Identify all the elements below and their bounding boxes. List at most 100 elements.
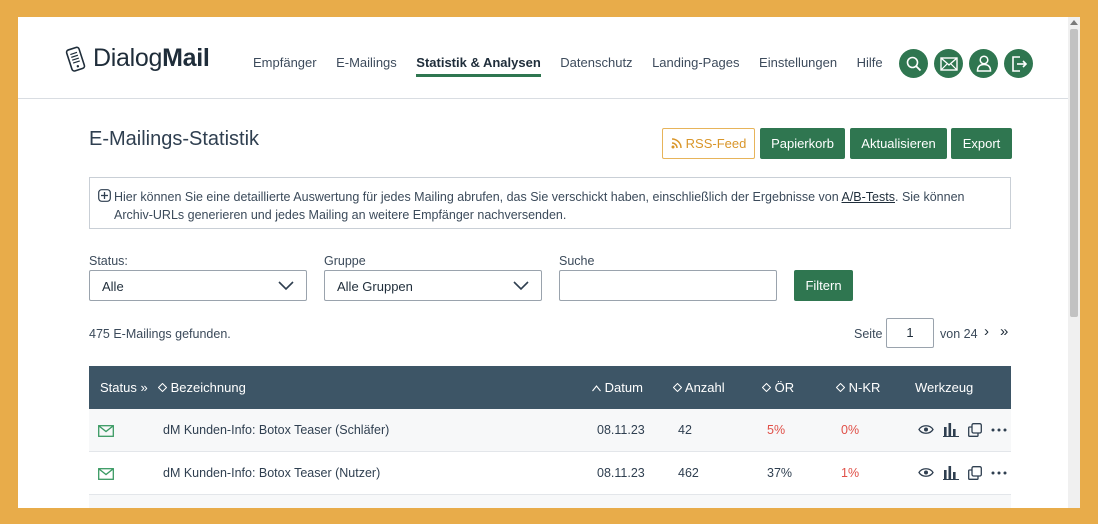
mailing-count: 462: [678, 466, 699, 480]
expand-plus-icon[interactable]: [98, 189, 111, 202]
mailing-count: 42: [678, 423, 692, 437]
copy-icon: [968, 422, 982, 437]
more-dots-icon: [991, 471, 1007, 474]
sent-mail-status-icon: [98, 425, 114, 437]
papierkorb-button[interactable]: Papierkorb: [760, 128, 845, 159]
status-toggle-icon: »: [140, 380, 148, 395]
group-select[interactable]: Alle Gruppen: [324, 270, 542, 301]
bar-chart-icon: [943, 423, 959, 437]
nav-item-hilfe[interactable]: Hilfe: [857, 55, 883, 77]
nkr-rate: 1%: [841, 466, 860, 480]
column-anzahl[interactable]: Anzahl: [672, 380, 725, 395]
logo-phone-icon: [65, 46, 86, 72]
column-anzahl-label: Anzahl: [684, 380, 725, 395]
open-rate: 37%: [767, 466, 793, 480]
page-number-input[interactable]: 1: [886, 318, 934, 348]
more-button[interactable]: [991, 471, 1007, 475]
next-page-button[interactable]: ›: [984, 323, 989, 340]
rss-feed-label: RSS-Feed: [685, 136, 747, 151]
nkr-rate: 0%: [841, 423, 860, 437]
copy-button[interactable]: [968, 465, 982, 480]
page-label: Seite: [854, 327, 883, 341]
mail-icon: [939, 56, 958, 71]
last-page-button[interactable]: »: [1000, 323, 1008, 340]
column-bezeichnung-label: Bezeichnung: [170, 380, 246, 395]
logo-plain: Dialog: [93, 44, 163, 72]
vertical-scrollbar[interactable]: [1068, 17, 1080, 508]
sort-icon: [761, 382, 772, 393]
statistics-button[interactable]: [943, 465, 959, 480]
column-werkzeug: Werkzeug: [915, 380, 974, 395]
aktualisieren-button[interactable]: Aktualisieren: [850, 128, 947, 159]
header-icon-group: [899, 49, 1039, 78]
bar-chart-icon: [943, 466, 959, 480]
table-header: Status » Bezeichnung Datum Anzahl ÖR N-K…: [89, 366, 1011, 409]
chevron-down-icon: [278, 281, 294, 291]
logo-text: DialogMail: [93, 44, 210, 73]
top-header: DialogMail Empfänger E-Mailings Statisti…: [18, 17, 1068, 99]
scroll-up-arrow-icon[interactable]: [1070, 20, 1078, 25]
copy-icon: [968, 465, 982, 480]
search-button[interactable]: [899, 49, 928, 78]
view-button[interactable]: [918, 467, 934, 478]
table-row[interactable]: dM Kunden-Info: Botox Teaser (Schläfer) …: [89, 409, 1011, 452]
page-title: E-Mailings-Statistik: [89, 128, 260, 150]
search-filter-label: Suche: [559, 254, 595, 268]
messages-button[interactable]: [934, 49, 963, 78]
rss-feed-button[interactable]: RSS-Feed: [662, 128, 755, 159]
column-status-label: Status: [100, 380, 137, 395]
open-rate: 5%: [767, 423, 786, 437]
row-tools: [918, 422, 1016, 437]
table-row[interactable]: [89, 495, 1011, 508]
ab-tests-link[interactable]: A/B-Tests: [842, 190, 896, 204]
status-select[interactable]: Alle: [89, 270, 307, 301]
scrollbar-thumb[interactable]: [1070, 29, 1078, 317]
nav-item-datenschutz[interactable]: Datenschutz: [560, 55, 632, 77]
column-bezeichnung[interactable]: Bezeichnung: [157, 380, 246, 395]
browser-viewport: DialogMail Empfänger E-Mailings Statisti…: [18, 17, 1080, 508]
row-tools: [918, 465, 1016, 480]
table-row[interactable]: dM Kunden-Info: Botox Teaser (Nutzer) 08…: [89, 452, 1011, 495]
mailing-date: 08.11.23: [597, 466, 645, 480]
chevron-down-icon: [513, 281, 529, 291]
more-dots-icon: [991, 428, 1007, 431]
nav-item-statistik-analysen[interactable]: Statistik & Analysen: [416, 55, 541, 77]
sort-asc-icon: [592, 385, 601, 392]
sent-mail-status-icon: [98, 468, 114, 480]
column-status[interactable]: Status »: [100, 380, 148, 395]
info-text-before: Hier können Sie eine detaillierte Auswer…: [114, 190, 842, 204]
logout-icon: [1011, 55, 1027, 72]
nav-item-landing-pages[interactable]: Landing-Pages: [652, 55, 739, 77]
column-oeffnungsrate[interactable]: ÖR: [761, 380, 795, 395]
export-button[interactable]: Export: [951, 128, 1012, 159]
logo[interactable]: DialogMail: [65, 44, 210, 73]
statistics-button[interactable]: [943, 422, 959, 437]
more-button[interactable]: [991, 428, 1007, 432]
column-datum[interactable]: Datum: [592, 380, 643, 395]
mailing-name[interactable]: dM Kunden-Info: Botox Teaser (Nutzer): [163, 466, 380, 480]
logo-bold: Mail: [162, 44, 210, 72]
nav-item-einstellungen[interactable]: Einstellungen: [759, 55, 837, 77]
rss-icon: [671, 138, 682, 149]
status-select-value: Alle: [102, 279, 124, 294]
copy-button[interactable]: [968, 422, 982, 437]
nav-item-empfaenger[interactable]: Empfänger: [253, 55, 317, 77]
eye-icon: [918, 425, 934, 434]
mailing-date: 08.11.23: [597, 423, 645, 437]
info-box: Hier können Sie eine detaillierte Auswer…: [89, 177, 1011, 229]
view-button[interactable]: [918, 424, 934, 435]
filter-button[interactable]: Filtern: [794, 270, 853, 301]
sort-icon: [835, 382, 846, 393]
account-button[interactable]: [969, 49, 998, 78]
page-total: von 24: [940, 327, 978, 341]
nav-item-e-mailings[interactable]: E-Mailings: [336, 55, 397, 77]
column-nkr[interactable]: N-KR: [835, 380, 880, 395]
user-icon: [976, 55, 991, 72]
results-count: 475 E-Mailings gefunden.: [89, 327, 231, 341]
search-input[interactable]: [559, 270, 777, 301]
mailing-name[interactable]: dM Kunden-Info: Botox Teaser (Schläfer): [163, 423, 389, 437]
column-datum-label: Datum: [604, 380, 643, 395]
logout-button[interactable]: [1004, 49, 1033, 78]
eye-icon: [918, 468, 934, 477]
column-oeffnungsrate-label: ÖR: [774, 380, 795, 395]
